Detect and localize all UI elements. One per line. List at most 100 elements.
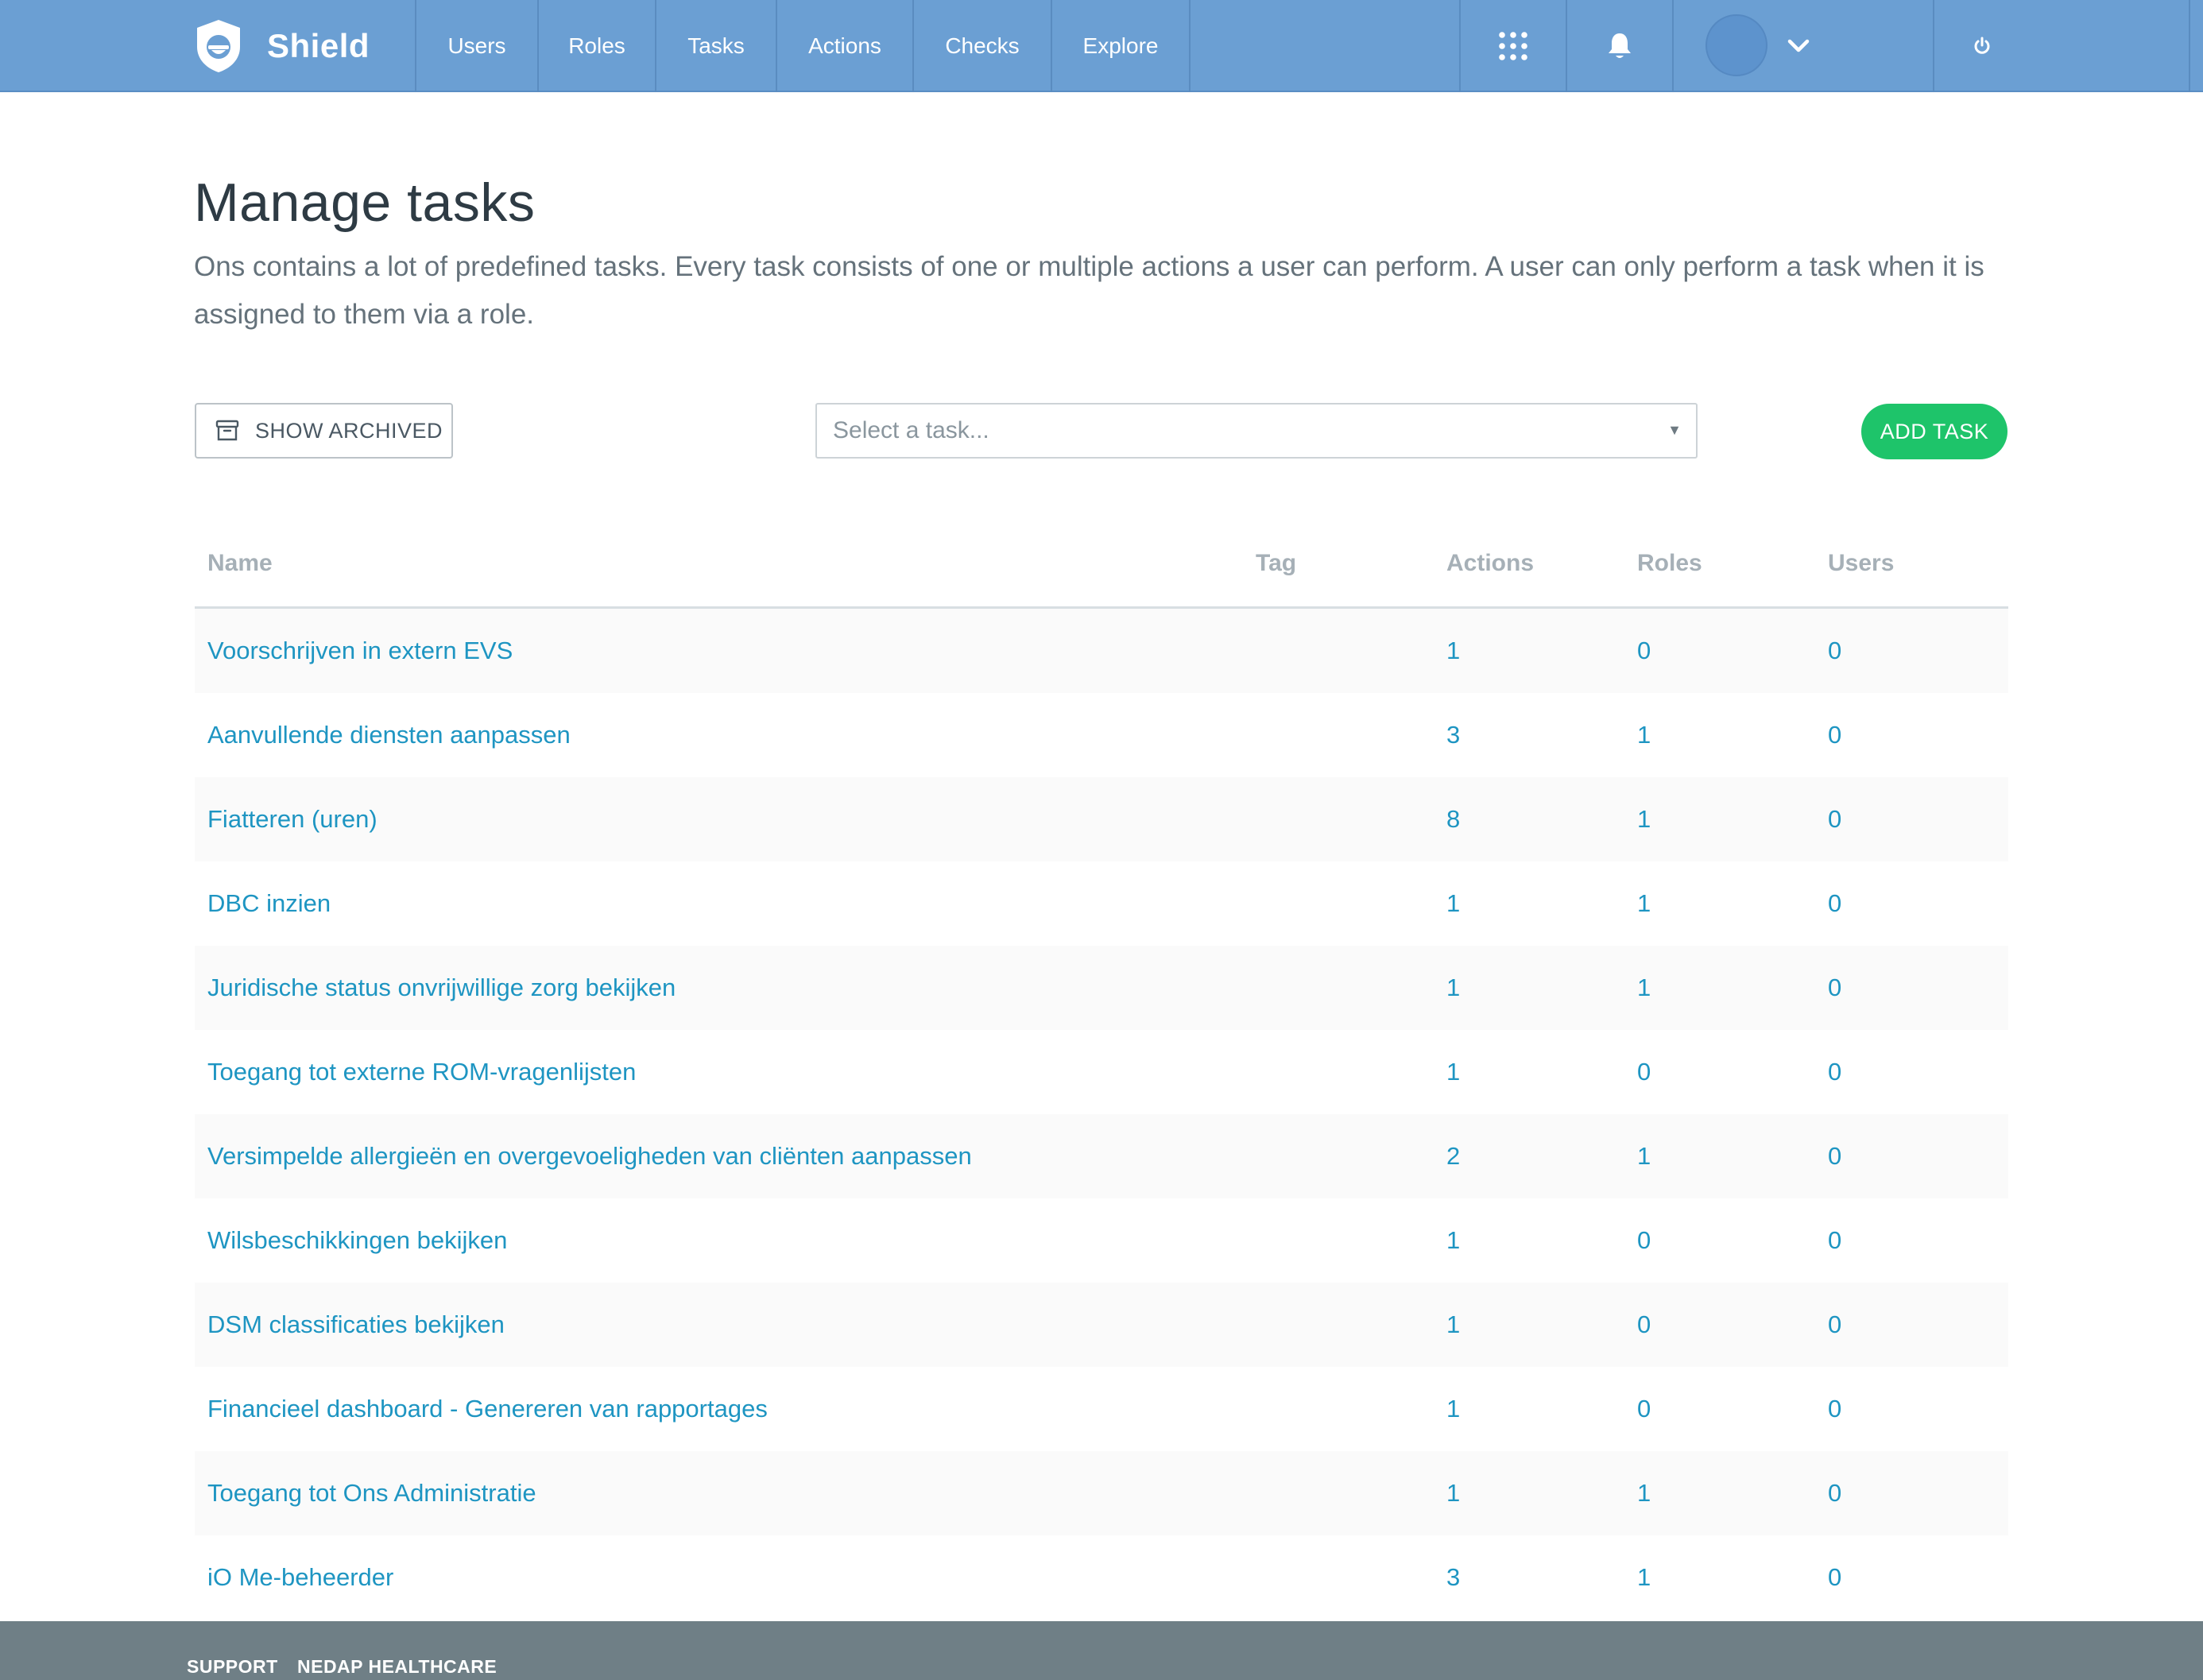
task-select-placeholder: Select a task... — [833, 417, 989, 443]
task-name-link[interactable]: Aanvullende diensten aanpassen — [207, 693, 571, 777]
task-users-count-link[interactable]: 0 — [1828, 1114, 1841, 1198]
task-users-count-link[interactable]: 0 — [1828, 946, 1841, 1030]
shield-logo-icon — [197, 20, 240, 72]
task-roles-count-link[interactable]: 1 — [1637, 693, 1651, 777]
tasks-table: Name Tag Actions Roles Users Voorschrijv… — [195, 528, 2008, 1620]
apps-menu-button[interactable] — [1461, 0, 1566, 92]
task-roles-count-link[interactable]: 1 — [1637, 946, 1651, 1030]
task-name-link[interactable]: Toegang tot externe ROM-vragenlijsten — [207, 1030, 636, 1114]
task-name-link[interactable]: Toegang tot Ons Administratie — [207, 1451, 536, 1535]
show-archived-label: SHOW ARCHIVED — [255, 418, 443, 443]
show-archived-button[interactable]: SHOW ARCHIVED — [195, 403, 453, 459]
task-roles-count-link[interactable]: 1 — [1637, 861, 1651, 946]
task-name-link[interactable]: Financieel dashboard - Genereren van rap… — [207, 1367, 768, 1451]
brand[interactable]: Shield — [194, 0, 415, 92]
task-name-link[interactable]: Wilsbeschikkingen bekijken — [207, 1198, 507, 1283]
task-roles-count-link[interactable]: 1 — [1637, 1114, 1651, 1198]
task-users-count-link[interactable]: 0 — [1828, 1030, 1841, 1114]
table-row: Voorschrijven in extern EVS 1 0 0 — [195, 609, 2008, 693]
task-roles-count-link[interactable]: 1 — [1637, 1535, 1651, 1620]
nav-users[interactable]: Users — [416, 0, 537, 92]
avatar[interactable] — [1705, 14, 1767, 76]
column-header-users[interactable]: Users — [1828, 550, 1894, 577]
table-row: Toegang tot Ons Administratie 1 1 0 — [195, 1451, 2008, 1535]
add-task-button[interactable]: ADD TASK — [1861, 404, 2007, 459]
task-roles-count-link[interactable]: 0 — [1637, 1367, 1651, 1451]
bell-icon — [1609, 33, 1631, 58]
table-row: Fiatteren (uren) 8 1 0 — [195, 777, 2008, 861]
table-row: Aanvullende diensten aanpassen 3 1 0 — [195, 693, 2008, 777]
task-roles-count-link[interactable]: 0 — [1637, 1198, 1651, 1283]
task-actions-count-link[interactable]: 1 — [1446, 609, 1460, 693]
task-actions-count-link[interactable]: 1 — [1446, 1451, 1460, 1535]
nav-checks[interactable]: Checks — [914, 0, 1051, 92]
task-users-count-link[interactable]: 0 — [1828, 1367, 1841, 1451]
notifications-button[interactable] — [1567, 0, 1672, 92]
dropdown-caret-icon: ▼ — [1667, 422, 1682, 438]
table-header: Name Tag Actions Roles Users — [195, 528, 2008, 609]
column-header-roles[interactable]: Roles — [1637, 550, 1702, 577]
top-navigation: Shield Users Roles Tasks Actions Checks … — [0, 0, 2203, 92]
task-roles-count-link[interactable]: 1 — [1637, 1451, 1651, 1535]
task-roles-count-link[interactable]: 0 — [1637, 1030, 1651, 1114]
footer-link-support[interactable]: SUPPORT — [187, 1656, 278, 1678]
nav-roles[interactable]: Roles — [539, 0, 655, 92]
task-users-count-link[interactable]: 0 — [1828, 777, 1841, 861]
task-name-link[interactable]: DBC inzien — [207, 861, 331, 946]
table-row: Versimpelde allergieën en overgevoelighe… — [195, 1114, 2008, 1198]
task-actions-count-link[interactable]: 3 — [1446, 693, 1460, 777]
archive-box-icon — [215, 420, 239, 441]
task-roles-count-link[interactable]: 0 — [1637, 609, 1651, 693]
task-users-count-link[interactable]: 0 — [1828, 1198, 1841, 1283]
brand-name: Shield — [267, 27, 370, 64]
task-actions-count-link[interactable]: 1 — [1446, 946, 1460, 1030]
nav-actions[interactable]: Actions — [777, 0, 912, 92]
task-users-count-link[interactable]: 0 — [1828, 609, 1841, 693]
nav-divider — [1189, 0, 1191, 92]
nav-divider — [2189, 0, 2190, 92]
column-header-name[interactable]: Name — [207, 550, 273, 577]
nav-divider — [1672, 0, 1674, 92]
table-row: DSM classificaties bekijken 1 0 0 — [195, 1283, 2008, 1367]
column-header-tag[interactable]: Tag — [1256, 550, 1296, 577]
task-name-link[interactable]: Versimpelde allergieën en overgevoelighe… — [207, 1114, 972, 1198]
task-users-count-link[interactable]: 0 — [1828, 1451, 1841, 1535]
task-select[interactable]: Select a task... ▼ — [815, 403, 1698, 459]
column-header-actions[interactable]: Actions — [1446, 550, 1534, 577]
nav-tasks[interactable]: Tasks — [656, 0, 776, 92]
task-actions-count-link[interactable]: 1 — [1446, 1198, 1460, 1283]
task-actions-count-link[interactable]: 1 — [1446, 1030, 1460, 1114]
table-row: iO Me-beheerder 3 1 0 — [195, 1535, 2008, 1620]
chevron-down-icon — [1787, 39, 1810, 52]
user-menu-toggle[interactable] — [1780, 0, 1817, 92]
task-name-link[interactable]: iO Me-beheerder — [207, 1535, 393, 1620]
task-roles-count-link[interactable]: 0 — [1637, 1283, 1651, 1367]
logout-button[interactable] — [1934, 0, 2030, 92]
task-name-link[interactable]: Fiatteren (uren) — [207, 777, 377, 861]
table-row: DBC inzien 1 1 0 — [195, 861, 2008, 946]
task-users-count-link[interactable]: 0 — [1828, 693, 1841, 777]
task-actions-count-link[interactable]: 8 — [1446, 777, 1460, 861]
table-row: Toegang tot externe ROM-vragenlijsten 1 … — [195, 1030, 2008, 1114]
page-intro: Ons contains a lot of predefined tasks. … — [194, 251, 1984, 330]
footer-link-nedap-healthcare[interactable]: NEDAP HEALTHCARE — [297, 1656, 497, 1678]
power-icon — [1974, 37, 1990, 54]
task-name-link[interactable]: Juridische status onvrijwillige zorg bek… — [207, 946, 676, 1030]
nav-explore[interactable]: Explore — [1052, 0, 1189, 92]
task-actions-count-link[interactable]: 1 — [1446, 1283, 1460, 1367]
task-users-count-link[interactable]: 0 — [1828, 1283, 1841, 1367]
task-name-link[interactable]: Voorschrijven in extern EVS — [207, 609, 513, 693]
task-roles-count-link[interactable]: 1 — [1637, 777, 1651, 861]
task-actions-count-link[interactable]: 3 — [1446, 1535, 1460, 1620]
task-name-link[interactable]: DSM classificaties bekijken — [207, 1283, 505, 1367]
task-actions-count-link[interactable]: 1 — [1446, 1367, 1460, 1451]
page-title: Manage tasks — [194, 172, 536, 233]
table-row: Wilsbeschikkingen bekijken 1 0 0 — [195, 1198, 2008, 1283]
task-actions-count-link[interactable]: 1 — [1446, 861, 1460, 946]
footer: SUPPORT NEDAP HEALTHCARE — [0, 1621, 2203, 1680]
table-row: Financieel dashboard - Genereren van rap… — [195, 1367, 2008, 1451]
task-users-count-link[interactable]: 0 — [1828, 1535, 1841, 1620]
task-users-count-link[interactable]: 0 — [1828, 861, 1841, 946]
grid-icon — [1499, 32, 1527, 60]
task-actions-count-link[interactable]: 2 — [1446, 1114, 1460, 1198]
